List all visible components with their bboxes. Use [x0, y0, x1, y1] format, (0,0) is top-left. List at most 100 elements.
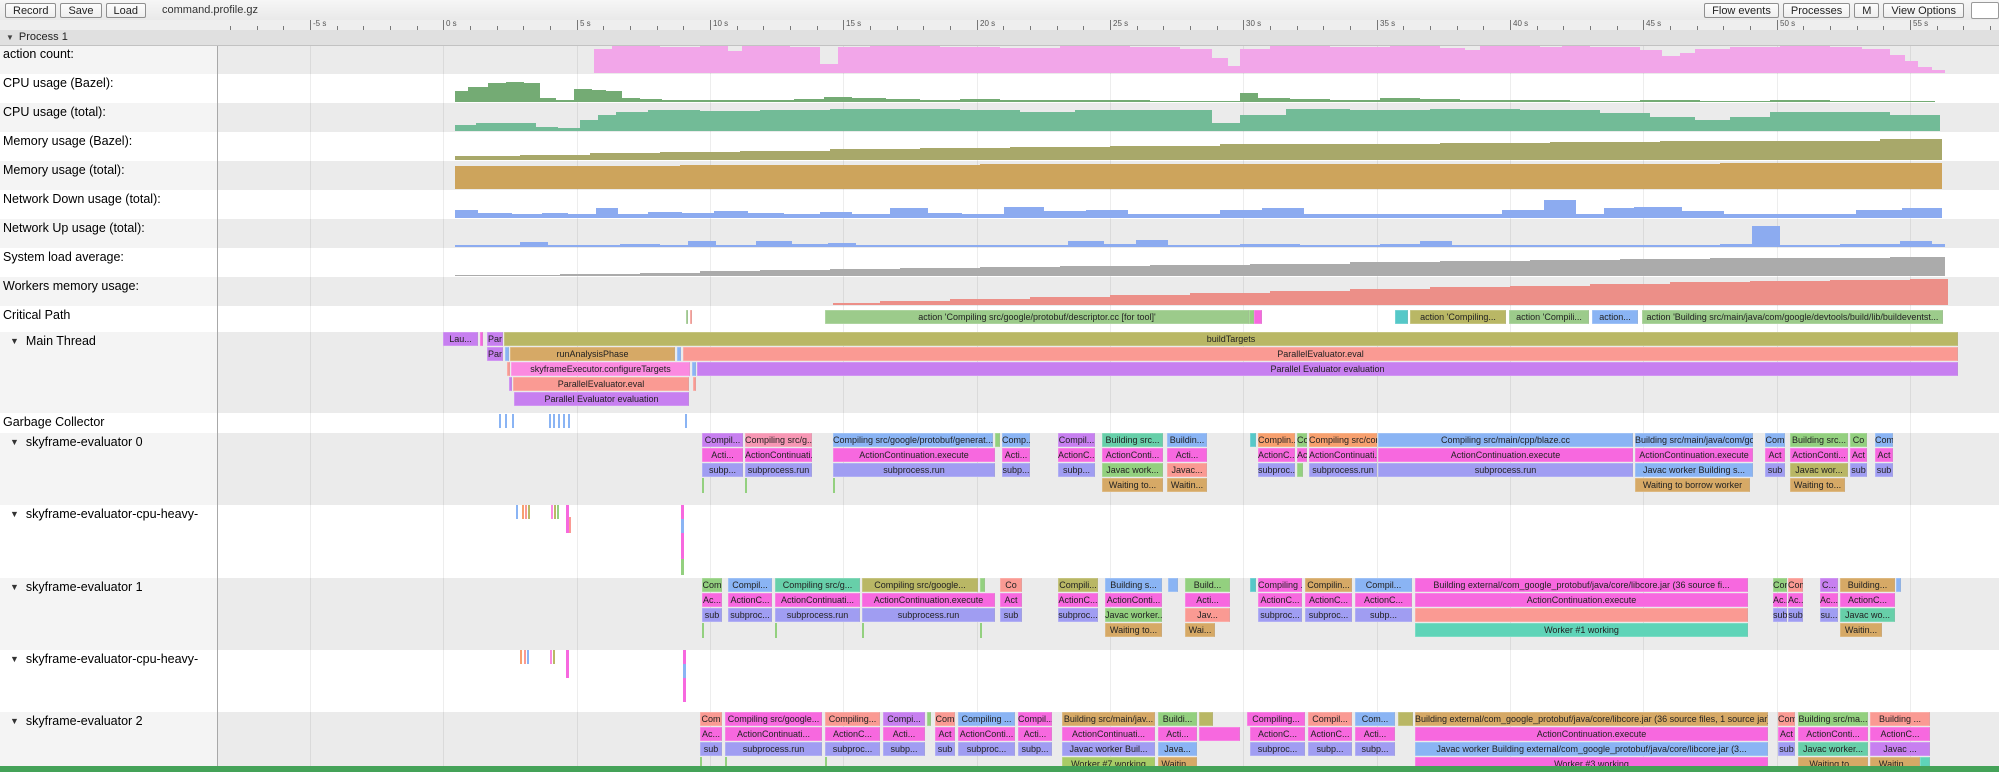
chart-bar[interactable] [1212, 123, 1240, 131]
trace-slice[interactable]: ActionC... [1355, 593, 1412, 607]
chart-bar[interactable] [640, 273, 700, 276]
chart-bar[interactable] [594, 49, 612, 73]
chart-bar[interactable] [1932, 244, 1945, 247]
trace-slice[interactable]: Compiling src/main/cpp/blaze.cc [1378, 433, 1633, 447]
trace-slice[interactable]: ActionC... [825, 727, 880, 741]
chart-bar[interactable] [1650, 117, 1695, 131]
trace-slice[interactable]: sub [1850, 463, 1867, 477]
chart-bar[interactable] [1562, 46, 1590, 73]
trace-slice[interactable]: Building ... [1870, 712, 1930, 726]
chart-bar[interactable] [1128, 214, 1176, 218]
chart-bar[interactable] [1682, 211, 1724, 218]
chart-bar[interactable] [660, 245, 688, 247]
chart-bar[interactable] [1136, 240, 1168, 247]
chart-bar[interactable] [1440, 48, 1465, 73]
trace-slice[interactable]: ActionConti... [1790, 448, 1848, 462]
view-options-button[interactable]: View Options [1883, 3, 1964, 18]
chart-bar[interactable] [700, 46, 728, 73]
track-label-skyframe-evaluator-2[interactable]: ▼skyframe-evaluator 2 [10, 714, 143, 728]
chart-bar[interactable] [1730, 117, 1770, 131]
chart-bar[interactable] [1540, 47, 1562, 73]
chart-bar[interactable] [556, 100, 574, 102]
chart-bar[interactable] [580, 120, 598, 131]
chart-bar[interactable] [1862, 49, 1890, 73]
chart-bar[interactable] [1030, 297, 1110, 305]
trace-slice[interactable]: sub [1875, 463, 1893, 477]
chart-bar[interactable] [784, 214, 820, 218]
chart-bar[interactable] [828, 243, 856, 247]
event-tick[interactable] [522, 505, 524, 519]
chart-bar[interactable] [1900, 241, 1932, 247]
trace-slice[interactable]: Javac worker Building s... [1635, 463, 1753, 477]
chart-bar[interactable] [1830, 280, 1910, 305]
chart-bar[interactable] [1510, 286, 1590, 305]
trace-slice[interactable]: Compil... [1018, 712, 1052, 726]
trace-slice[interactable]: Compiling ... [1258, 578, 1302, 592]
trace-slice[interactable] [507, 362, 510, 376]
event-tick[interactable] [566, 650, 569, 678]
chart-bar[interactable] [1212, 58, 1228, 73]
trace-slice[interactable]: sub [1788, 608, 1803, 622]
chart-bar[interactable] [714, 211, 748, 218]
chart-bar[interactable] [560, 166, 680, 189]
chart-bar[interactable] [980, 164, 1150, 189]
track-label-system-load-average[interactable]: System load average: [3, 250, 124, 264]
trace-slice[interactable] [509, 377, 512, 391]
chart-bar[interactable] [1240, 93, 1258, 102]
track-label-network-down-usage[interactable]: Network Down usage (total): [3, 192, 161, 206]
trace-slice[interactable]: ActionContinuati... [725, 727, 822, 741]
track-label-action-count[interactable]: action count: [3, 47, 74, 61]
trace-slice[interactable]: Par [487, 347, 503, 361]
chart-bar[interactable] [1380, 98, 1420, 102]
trace-slice[interactable]: sub [1773, 608, 1787, 622]
chart-bar[interactable] [830, 109, 900, 131]
chart-bar[interactable] [1750, 281, 1830, 305]
chart-bar[interactable] [1640, 245, 1720, 247]
event-tick[interactable] [702, 478, 704, 493]
chart-bar[interactable] [1430, 109, 1520, 131]
trace-slice[interactable]: Waiting to... [1790, 478, 1845, 492]
chart-bar[interactable] [1890, 55, 1905, 73]
chart-bar[interactable] [1634, 207, 1682, 218]
chart-bar[interactable] [1890, 115, 1940, 131]
chart-bar[interactable] [688, 241, 716, 247]
trace-slice[interactable]: Comp... [1002, 433, 1030, 447]
trace-slice[interactable]: Javac... [1167, 463, 1207, 477]
chart-bar[interactable] [455, 125, 476, 131]
expander-triangle-icon[interactable]: ▼ [10, 336, 19, 346]
trace-slice[interactable]: Com [1773, 578, 1787, 592]
chart-bar[interactable] [760, 110, 830, 131]
trace-slice[interactable]: subproc... [728, 608, 772, 622]
chart-bar[interactable] [880, 301, 950, 305]
trace-slice[interactable]: Compil... [1058, 433, 1095, 447]
chart-bar[interactable] [1044, 211, 1086, 218]
event-tick[interactable] [499, 414, 501, 428]
event-tick[interactable] [516, 505, 518, 519]
trace-slice[interactable]: ParallelEvaluator.eval [683, 347, 1958, 361]
trace-slice[interactable]: Par [487, 332, 503, 346]
chart-bar[interactable] [1330, 164, 1520, 189]
trace-slice[interactable]: Com [1875, 433, 1893, 447]
trace-slice[interactable]: C... [1820, 578, 1838, 592]
chart-bar[interactable] [1905, 61, 1918, 73]
chart-bar[interactable] [1576, 214, 1604, 218]
trace-slice[interactable]: Waiting to... [1102, 478, 1163, 492]
event-tick[interactable] [550, 650, 552, 664]
chart-bar[interactable] [1620, 259, 1710, 276]
trace-slice[interactable]: Act [1000, 593, 1022, 607]
trace-slice[interactable]: Lau... [443, 332, 478, 346]
event-tick[interactable] [681, 519, 684, 533]
chart-bar[interactable] [1350, 262, 1440, 276]
chart-bar[interactable] [1330, 144, 1440, 160]
trace-slice[interactable]: Javac worker Building external/com_googl… [1415, 742, 1768, 756]
chart-bar[interactable] [1220, 144, 1330, 160]
track-label-network-up-usage[interactable]: Network Up usage (total): [3, 221, 145, 235]
trace-slice[interactable]: ActionC... [1305, 593, 1352, 607]
chart-bar[interactable] [1880, 139, 1942, 160]
trace-slice[interactable]: Com [1788, 578, 1803, 592]
trace-slice[interactable]: subp... [1018, 742, 1052, 756]
chart-bar[interactable] [1240, 115, 1286, 131]
trace-slice[interactable] [677, 347, 681, 361]
event-tick[interactable] [524, 650, 526, 664]
chart-bar[interactable] [1480, 46, 1540, 73]
